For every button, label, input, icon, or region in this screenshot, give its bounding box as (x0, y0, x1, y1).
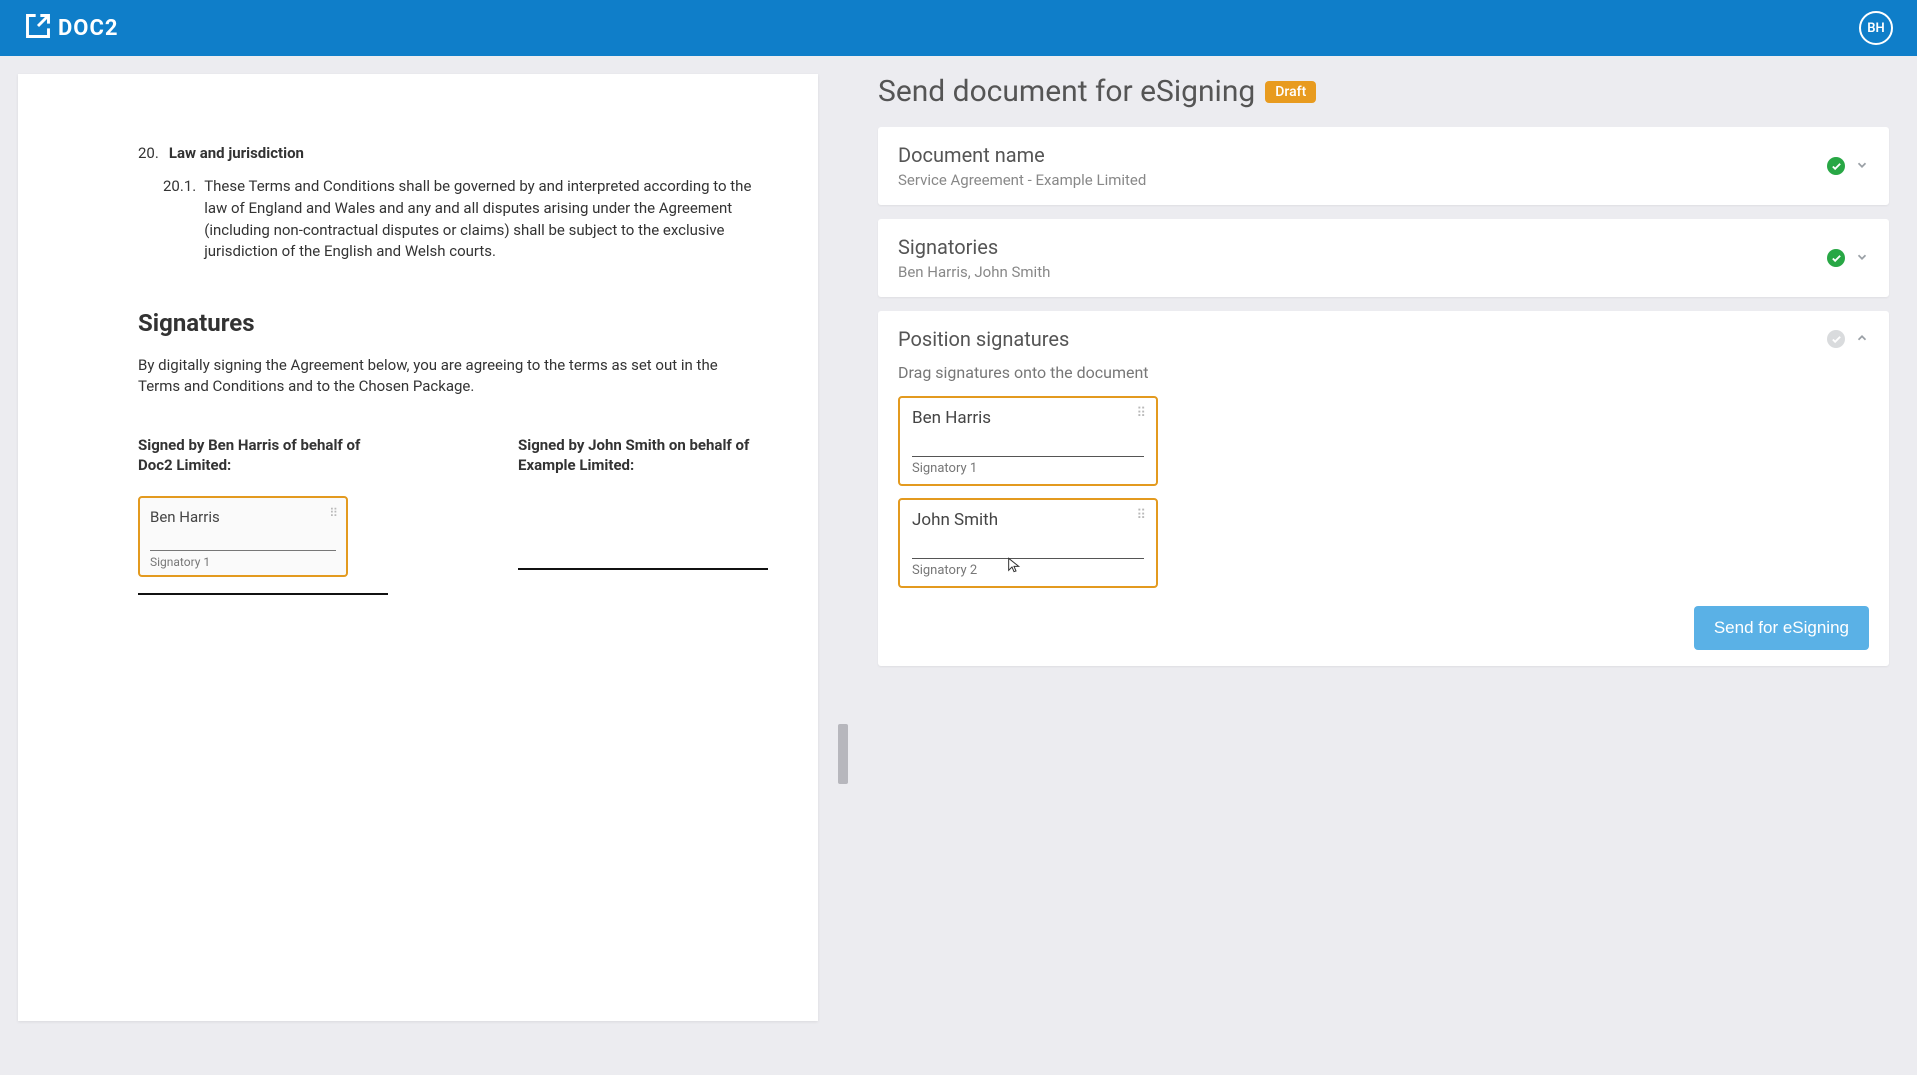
drag-handle-icon[interactable]: ⠿ (1136, 508, 1146, 523)
section-title: Law and jurisdiction (169, 144, 304, 162)
logo-icon (24, 12, 52, 44)
signature-columns: Signed by Ben Harris of behalf of Doc2 L… (138, 435, 778, 595)
side-title: Send document for eSigning (878, 74, 1255, 109)
scroll-thumb[interactable] (838, 724, 848, 784)
signature-column-1: Signed by Ben Harris of behalf of Doc2 L… (138, 435, 398, 595)
status-badge: Draft (1265, 81, 1316, 103)
side-title-row: Send document for eSigning Draft (878, 74, 1889, 109)
position-title: Position signatures (898, 327, 1069, 351)
top-bar: DOC2 BH (0, 0, 1917, 56)
placed-sig-line (150, 550, 336, 551)
doc-name-title: Document name (898, 143, 1146, 167)
signatories-card[interactable]: Signatories Ben Harris, John Smith (878, 219, 1889, 297)
signatories-title: Signatories (898, 235, 1050, 259)
section-20-heading: 20. Law and jurisdiction (138, 144, 778, 162)
signatures-heading: Signatures (138, 309, 778, 337)
clause-number: 20.1. (163, 176, 196, 263)
document-preview[interactable]: 20. Law and jurisdiction 20.1. These Ter… (18, 74, 818, 1021)
clause-20-1: 20.1. These Terms and Conditions shall b… (163, 176, 773, 263)
check-icon (1827, 157, 1845, 175)
user-avatar[interactable]: BH (1859, 11, 1893, 45)
position-instructions: Drag signatures onto the document (898, 363, 1869, 382)
drag-sig-line (912, 558, 1144, 559)
side-panel: Send document for eSigning Draft Documen… (868, 74, 1899, 1021)
main-layout: 20. Law and jurisdiction 20.1. These Ter… (0, 56, 1917, 1039)
signer-2-label: Signed by John Smith on behalf of Exampl… (518, 435, 778, 476)
draggable-signature-1[interactable]: ⠿ Ben Harris Signatory 1 (898, 396, 1158, 486)
send-for-esigning-button[interactable]: Send for eSigning (1694, 606, 1869, 650)
check-incomplete-icon (1827, 330, 1845, 348)
draggable-signature-2[interactable]: ⠿ John Smith Signatory 2 (898, 498, 1158, 588)
signatures-intro: By digitally signing the Agreement below… (138, 355, 738, 397)
drag-handle-icon[interactable]: ⠿ (1136, 406, 1146, 421)
signature-line-1 (138, 593, 388, 595)
placed-sig-name: Ben Harris (150, 508, 336, 526)
logo-text: DOC2 (58, 16, 118, 41)
clause-text: These Terms and Conditions shall be gove… (204, 176, 773, 263)
logo[interactable]: DOC2 (24, 12, 118, 44)
chevron-down-icon[interactable] (1855, 249, 1869, 268)
signatories-value: Ben Harris, John Smith (898, 263, 1050, 281)
signer-1-label: Signed by Ben Harris of behalf of Doc2 L… (138, 435, 398, 476)
doc-name-value: Service Agreement - Example Limited (898, 171, 1146, 189)
drag-sig-line (912, 456, 1144, 457)
document-name-card[interactable]: Document name Service Agreement - Exampl… (878, 127, 1889, 205)
drag-sig-role: Signatory 2 (912, 563, 1144, 578)
drag-sig-role: Signatory 1 (912, 461, 1144, 476)
drag-sig-name: Ben Harris (912, 408, 1144, 428)
drag-handle-icon[interactable]: ⠿ (329, 506, 338, 520)
signature-line-2 (518, 568, 768, 570)
check-icon (1827, 249, 1845, 267)
signature-column-2: Signed by John Smith on behalf of Exampl… (518, 435, 778, 595)
position-signatures-card: Position signatures Drag signatures onto… (878, 311, 1889, 666)
doc-scrollbar[interactable] (836, 74, 850, 1021)
chevron-up-icon[interactable] (1855, 330, 1869, 349)
placed-sig-role: Signatory 1 (150, 555, 336, 569)
section-number: 20. (138, 144, 159, 162)
placed-signature-1[interactable]: ⠿ Ben Harris Signatory 1 (138, 496, 348, 577)
chevron-down-icon[interactable] (1855, 157, 1869, 176)
drag-sig-name: John Smith (912, 510, 1144, 530)
